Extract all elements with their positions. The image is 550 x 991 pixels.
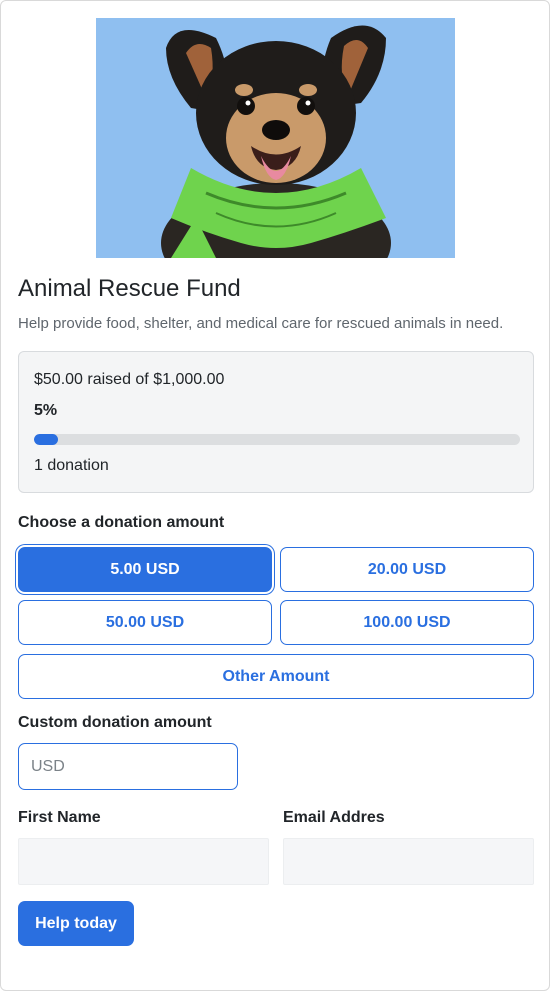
email-input[interactable]: [283, 838, 534, 885]
progress-percent: 5%: [34, 402, 58, 419]
progress-panel: $50.00 raised of $1,000.00 5% 1 donation: [18, 351, 534, 493]
first-name-label: First Name: [18, 809, 101, 826]
amount-button-20[interactable]: 20.00 USD: [280, 547, 534, 592]
first-name-input[interactable]: [18, 838, 269, 885]
choose-amount-label: Choose a donation amount: [18, 514, 225, 531]
custom-amount-label: Custom donation amount: [18, 714, 212, 731]
progress-bar-fill: [34, 434, 59, 445]
progress-bar: [34, 434, 520, 445]
hero-dog-image: [96, 18, 455, 258]
dog-photo-icon: [96, 18, 455, 258]
custom-amount-input[interactable]: [18, 743, 238, 790]
donation-count: 1 donation: [34, 457, 109, 474]
campaign-title: Animal Rescue Fund: [18, 275, 241, 302]
campaign-description: Help provide food, shelter, and medical …: [18, 315, 504, 332]
help-today-button[interactable]: Help today: [18, 901, 134, 946]
amount-button-50[interactable]: 50.00 USD: [18, 600, 272, 645]
donation-card: Animal Rescue Fund Help provide food, sh…: [0, 0, 550, 991]
amount-button-100[interactable]: 100.00 USD: [280, 600, 534, 645]
amount-button-5[interactable]: 5.00 USD: [18, 547, 272, 592]
other-amount-button[interactable]: Other Amount: [18, 654, 534, 699]
email-label: Email Addres: [283, 809, 385, 826]
raised-amount: $50.00 raised of $1,000.00: [34, 371, 225, 388]
